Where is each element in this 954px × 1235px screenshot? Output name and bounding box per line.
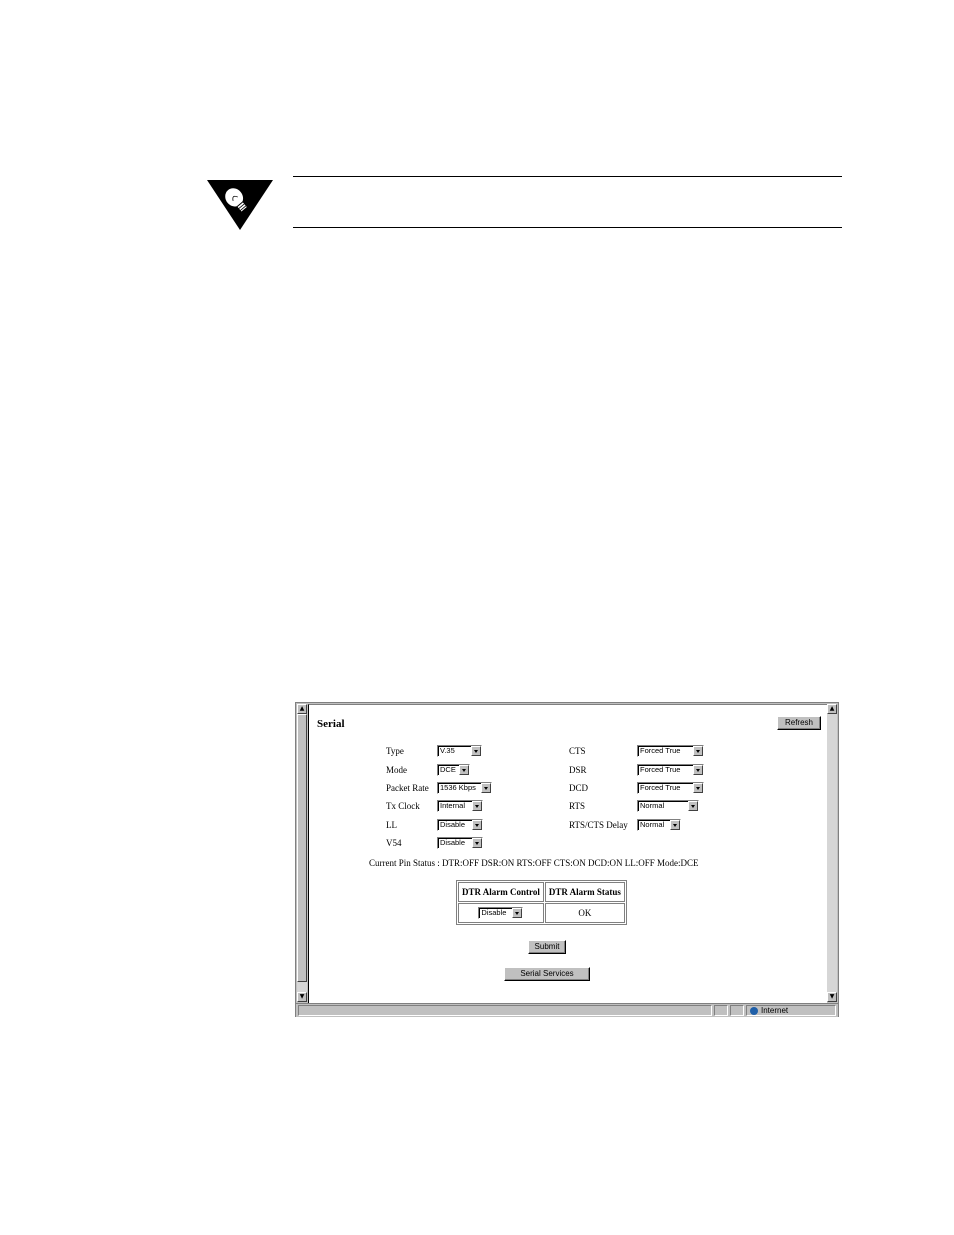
rts-cts-delay-label: RTS/CTS Delay xyxy=(569,820,628,830)
tx-clock-label: Tx Clock xyxy=(386,801,420,811)
cts-select[interactable]: Forced True xyxy=(637,745,704,757)
mode-select[interactable]: DCE xyxy=(437,764,470,776)
scroll-down-arrow-icon[interactable]: ▼ xyxy=(827,992,837,1002)
security-zone-cell: Internet xyxy=(746,1005,836,1016)
page-viewport: Serial Refresh Type V.35 Mode DCE Packet… xyxy=(308,704,827,1003)
dtr-alarm-status-cell: OK xyxy=(544,903,625,923)
status-bar: Internet xyxy=(296,1003,838,1017)
scroll-down-arrow-icon[interactable]: ▼ xyxy=(297,992,307,1002)
browser-window: ▲ ▼ Serial Refresh Type V.35 Mode DCE Pa… xyxy=(295,702,839,1017)
dtr-alarm-control-cell: Disable xyxy=(458,903,544,923)
type-label: Type xyxy=(386,746,404,756)
dsr-select[interactable]: Forced True xyxy=(637,764,704,776)
status-message-cell xyxy=(298,1005,712,1016)
dsr-label: DSR xyxy=(569,765,587,775)
rts-label: RTS xyxy=(569,801,585,811)
pin-status-text: Current Pin Status : DTR:OFF DSR:ON RTS:… xyxy=(369,858,699,868)
table-row: Disable OK xyxy=(458,903,625,923)
serial-services-button[interactable]: Serial Services xyxy=(504,967,590,981)
rts-cts-delay-select[interactable]: Normal xyxy=(637,819,681,831)
chevron-down-icon[interactable] xyxy=(693,765,703,775)
ll-label: LL xyxy=(386,820,397,830)
chevron-down-icon[interactable] xyxy=(693,746,703,756)
lightbulb-icon xyxy=(207,180,273,230)
refresh-button[interactable]: Refresh xyxy=(777,716,821,730)
status-progress-cell xyxy=(714,1005,728,1016)
chevron-down-icon[interactable] xyxy=(459,765,469,775)
v54-label: V54 xyxy=(386,838,402,848)
security-zone-label: Internet xyxy=(761,1006,789,1015)
note-bottom-rule xyxy=(293,227,842,228)
status-secure-cell xyxy=(730,1005,744,1016)
packet-rate-label: Packet Rate xyxy=(386,783,429,793)
chevron-down-icon[interactable] xyxy=(472,801,482,811)
chevron-down-icon[interactable] xyxy=(472,820,482,830)
chevron-down-icon[interactable] xyxy=(693,783,703,793)
packet-rate-select[interactable]: 1536 Kbps xyxy=(437,782,492,794)
dtr-alarm-table: DTR Alarm Control DTR Alarm Status Disab… xyxy=(456,880,627,925)
submit-button[interactable]: Submit xyxy=(528,940,566,954)
scrollbar-thumb[interactable] xyxy=(297,714,307,982)
note-top-rule xyxy=(293,176,842,177)
tx-clock-select[interactable]: Internal xyxy=(437,800,483,812)
chevron-down-icon[interactable] xyxy=(512,908,523,918)
rts-select[interactable]: Normal xyxy=(637,800,699,812)
scroll-up-arrow-icon[interactable]: ▲ xyxy=(297,704,307,714)
left-scrollbar[interactable]: ▲ ▼ xyxy=(297,704,307,1002)
chevron-down-icon[interactable] xyxy=(481,783,491,793)
ll-select[interactable]: Disable xyxy=(437,819,483,831)
page-title: Serial xyxy=(317,718,345,730)
mode-label: Mode xyxy=(386,765,407,775)
right-scrollbar[interactable]: ▲ ▼ xyxy=(827,704,837,1002)
dcd-label: DCD xyxy=(569,783,589,793)
table-header-row: DTR Alarm Control DTR Alarm Status xyxy=(458,882,625,902)
chevron-down-icon[interactable] xyxy=(471,746,481,756)
chevron-down-icon[interactable] xyxy=(670,820,680,830)
scroll-up-arrow-icon[interactable]: ▲ xyxy=(827,704,837,714)
dtr-alarm-control-select[interactable]: Disable xyxy=(478,907,524,919)
dtr-alarm-status-header: DTR Alarm Status xyxy=(544,882,625,902)
dtr-alarm-control-header: DTR Alarm Control xyxy=(458,882,544,902)
globe-icon xyxy=(750,1007,758,1015)
chevron-down-icon[interactable] xyxy=(472,838,482,848)
type-select[interactable]: V.35 xyxy=(437,745,482,757)
dcd-select[interactable]: Forced True xyxy=(637,782,704,794)
cts-label: CTS xyxy=(569,746,586,756)
chevron-down-icon[interactable] xyxy=(688,801,698,811)
v54-select[interactable]: Disable xyxy=(437,837,483,849)
